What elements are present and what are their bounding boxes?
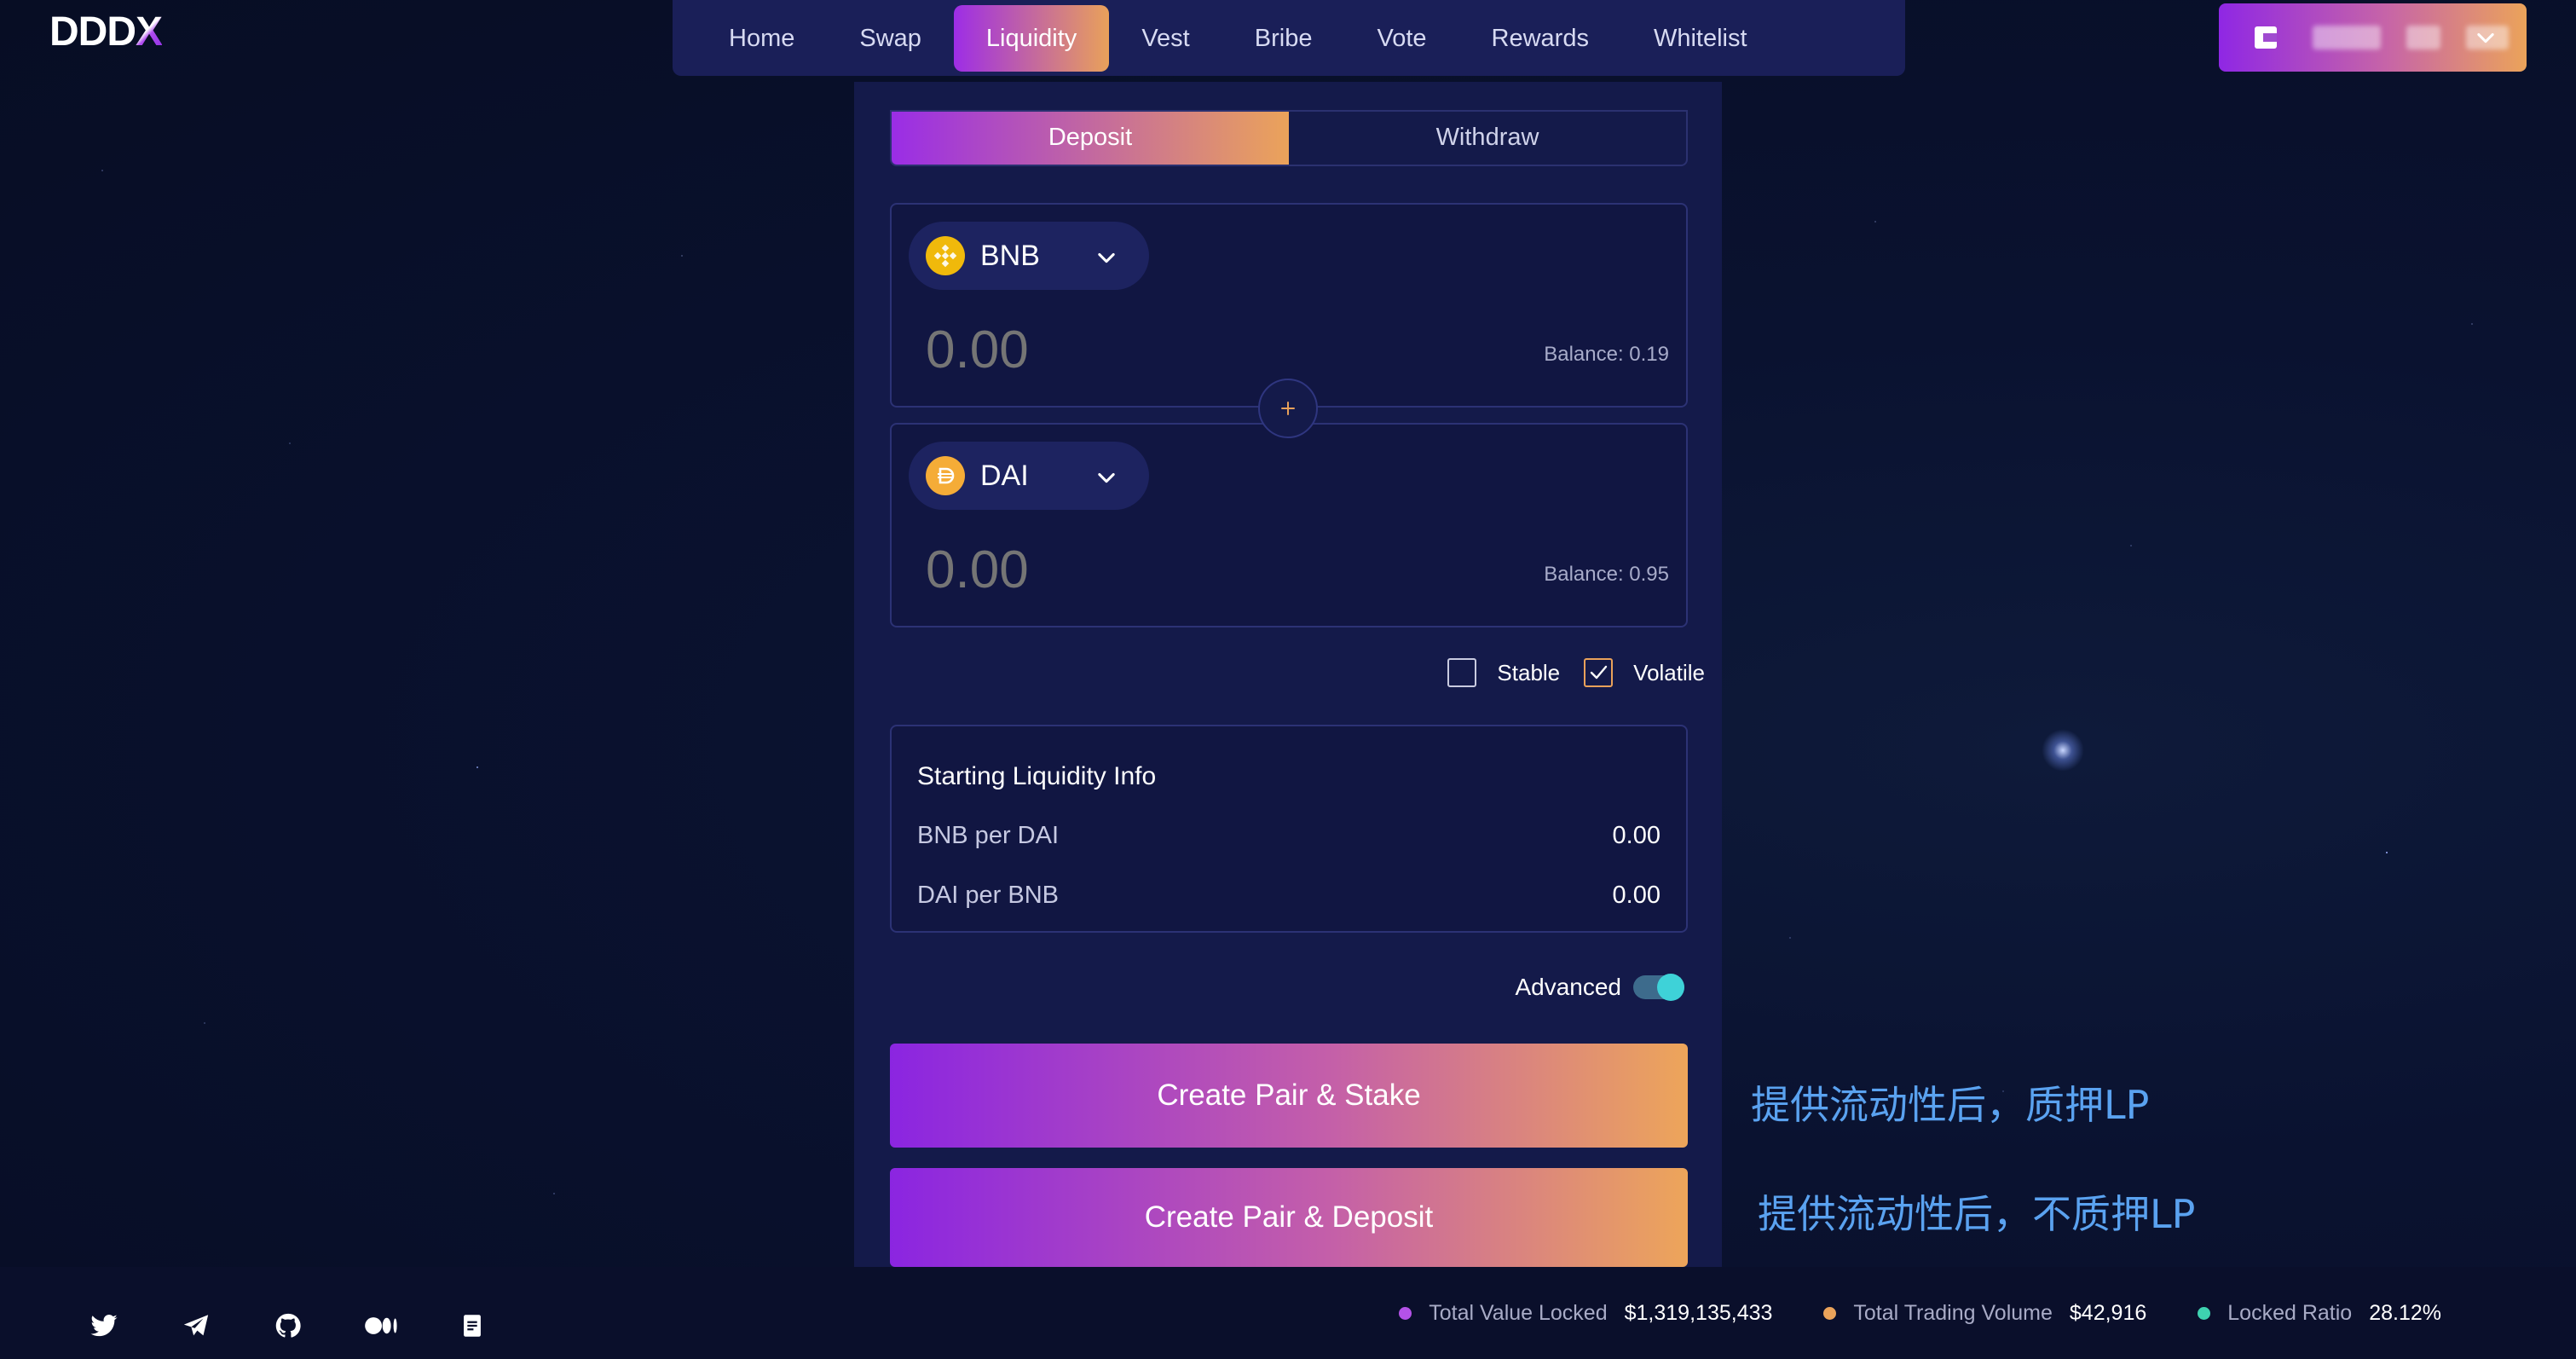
footer: Total Value Locked $1,319,135,433 Total …	[0, 1267, 2576, 1359]
starting-liquidity-info: Starting Liquidity Info BNB per DAI 0.00…	[890, 725, 1688, 933]
nav-item-vote[interactable]: Vote	[1344, 5, 1458, 72]
token-input-box-second: DAI Balance: 0.95	[890, 423, 1688, 627]
plus-icon	[1258, 379, 1318, 438]
chevron-down-icon	[1098, 252, 1115, 263]
chevron-down-icon	[2477, 32, 2494, 43]
wallet-button[interactable]	[2219, 3, 2527, 72]
token-selector-second[interactable]: DAI	[909, 442, 1149, 510]
telegram-icon[interactable]	[181, 1311, 211, 1340]
annotation-stake-note: 提供流动性后，质押LP	[1751, 1082, 2150, 1128]
annotation-deposit-note: 提供流动性后，不质押LP	[1758, 1191, 2196, 1237]
twitter-icon[interactable]	[89, 1311, 119, 1340]
nav-item-bribe[interactable]: Bribe	[1222, 5, 1345, 72]
wallet-icon	[2255, 26, 2277, 49]
amount-input-first[interactable]	[926, 315, 1352, 384]
create-pair-stake-button[interactable]: Create Pair & Stake	[890, 1044, 1688, 1148]
advanced-setting: Advanced	[1515, 974, 1684, 1001]
info-row: DAI per BNB 0.00	[917, 882, 1661, 909]
stat-dot	[2198, 1307, 2211, 1320]
stat-total-value-locked: Total Value Locked $1,319,135,433	[1399, 1301, 1772, 1326]
stat-dot	[1823, 1307, 1837, 1320]
info-row: BNB per DAI 0.00	[917, 822, 1661, 849]
nav-item-rewards[interactable]: Rewards	[1459, 5, 1621, 72]
tab-withdraw[interactable]: Withdraw	[1289, 112, 1686, 165]
nav-item-whitelist[interactable]: Whitelist	[1621, 5, 1780, 72]
nav-item-vest[interactable]: Vest	[1109, 5, 1222, 72]
chevron-down-icon	[1098, 472, 1115, 483]
stable-label: Stable	[1497, 659, 1561, 685]
balance-first: Balance: 0.19	[1544, 343, 1669, 366]
dai-icon	[926, 456, 965, 495]
advanced-label: Advanced	[1515, 974, 1621, 1000]
docs-icon[interactable]	[457, 1311, 488, 1340]
stat-dot	[1399, 1307, 1412, 1320]
token-symbol-second: DAI	[980, 459, 1029, 492]
balance-second: Balance: 0.95	[1544, 563, 1669, 586]
bnb-icon	[926, 236, 965, 275]
create-pair-deposit-button[interactable]: Create Pair & Deposit	[890, 1168, 1688, 1267]
nav-item-liquidity[interactable]: Liquidity	[953, 4, 1110, 72]
github-icon[interactable]	[273, 1311, 303, 1340]
token-selector-first[interactable]: BNB	[909, 222, 1149, 290]
medium-icon[interactable]	[365, 1311, 397, 1340]
amount-input-second[interactable]	[926, 535, 1352, 604]
stat-total-trading-volume: Total Trading Volume $42,916	[1823, 1301, 2146, 1326]
social-links	[89, 1311, 488, 1340]
volatile-label: Volatile	[1633, 659, 1705, 685]
header: DDDX Home Swap Liquidity Vest Bribe Vote…	[0, 0, 2576, 82]
deposit-withdraw-tabs: Deposit Withdraw	[890, 110, 1688, 166]
advanced-toggle[interactable]	[1633, 974, 1684, 1001]
stable-checkbox[interactable]	[1447, 658, 1477, 687]
info-title: Starting Liquidity Info	[917, 762, 1157, 790]
token-symbol-first: BNB	[980, 239, 1040, 272]
tab-deposit[interactable]: Deposit	[892, 112, 1289, 165]
nav-item-swap[interactable]: Swap	[827, 5, 954, 72]
pool-type-options: Stable Volatile	[1447, 658, 1705, 687]
nav-item-home[interactable]: Home	[696, 5, 827, 72]
protocol-stats: Total Value Locked $1,319,135,433 Total …	[1348, 1301, 2441, 1326]
volatile-checkbox[interactable]	[1584, 658, 1614, 687]
main-nav: Home Swap Liquidity Vest Bribe Vote Rewa…	[673, 0, 1905, 76]
logo[interactable]: DDDX	[49, 10, 163, 55]
liquidity-card: Deposit Withdraw BNB 0.00 Balance: 0.19 …	[854, 82, 1722, 1267]
stat-locked-ratio: Locked Ratio 28.12%	[2198, 1301, 2441, 1326]
nebula-glow	[2042, 729, 2084, 772]
token-input-box-first: BNB Balance: 0.19	[890, 203, 1688, 408]
